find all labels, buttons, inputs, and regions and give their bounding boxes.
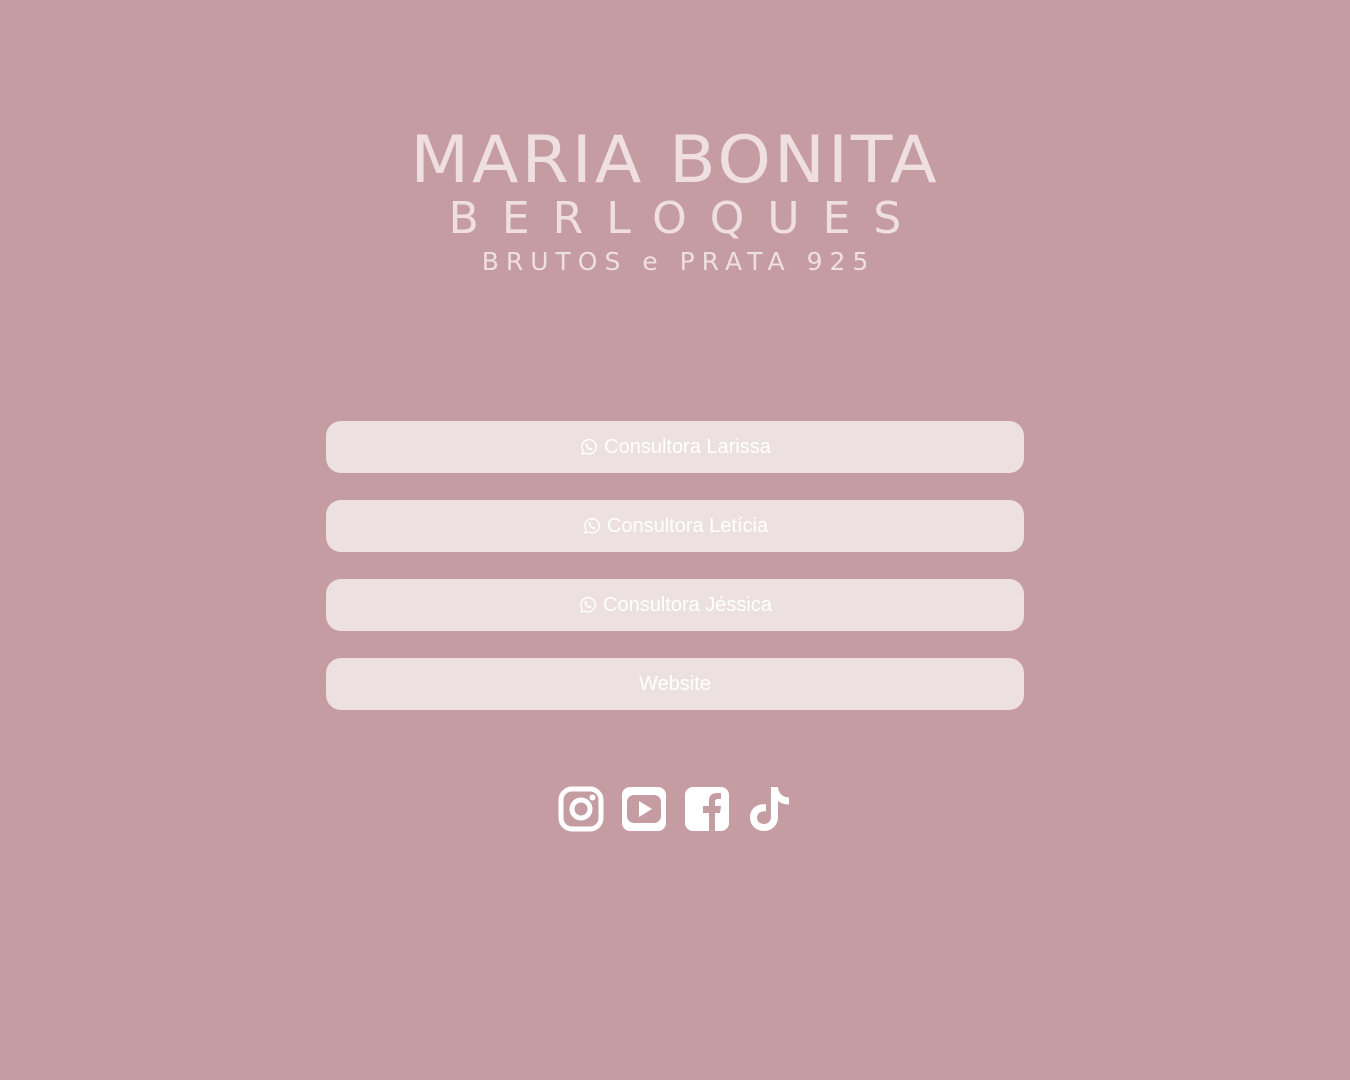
- whatsapp-icon: [580, 596, 596, 613]
- facebook-link[interactable]: [684, 785, 730, 833]
- link-list: Consultora Larissa Consultora Letícia Co…: [326, 421, 1024, 737]
- consultora-larissa-button[interactable]: Consultora Larissa: [326, 421, 1024, 473]
- youtube-icon: [621, 787, 666, 831]
- social-links: [0, 785, 1350, 833]
- instagram-link[interactable]: [558, 785, 604, 833]
- link-label: Consultora Jéssica: [603, 593, 772, 616]
- whatsapp-icon: [581, 438, 598, 455]
- tiktok-link[interactable]: [747, 785, 793, 833]
- brand-logo: MARIA BONITA BERLOQUES BRUTOS e PRATA 92…: [0, 122, 1350, 278]
- facebook-icon: [684, 787, 729, 831]
- consultora-leticia-button[interactable]: Consultora Letícia: [326, 500, 1024, 552]
- website-button[interactable]: Website: [326, 658, 1024, 710]
- instagram-icon: [558, 786, 603, 832]
- link-page: MARIA BONITA BERLOQUES BRUTOS e PRATA 92…: [0, 0, 1350, 1080]
- logo-title: MARIA BONITA: [410, 123, 940, 199]
- logo-tagline: BRUTOS e PRATA 925: [481, 247, 876, 276]
- link-label: Website: [639, 672, 711, 695]
- link-label: Consultora Larissa: [604, 435, 771, 458]
- tiktok-icon: [749, 787, 789, 831]
- link-label: Consultora Letícia: [606, 514, 769, 537]
- logo-subtitle: BERLOQUES: [448, 193, 925, 244]
- youtube-link[interactable]: [621, 785, 667, 833]
- whatsapp-icon: [584, 517, 600, 534]
- consultora-jessica-button[interactable]: Consultora Jéssica: [326, 579, 1024, 631]
